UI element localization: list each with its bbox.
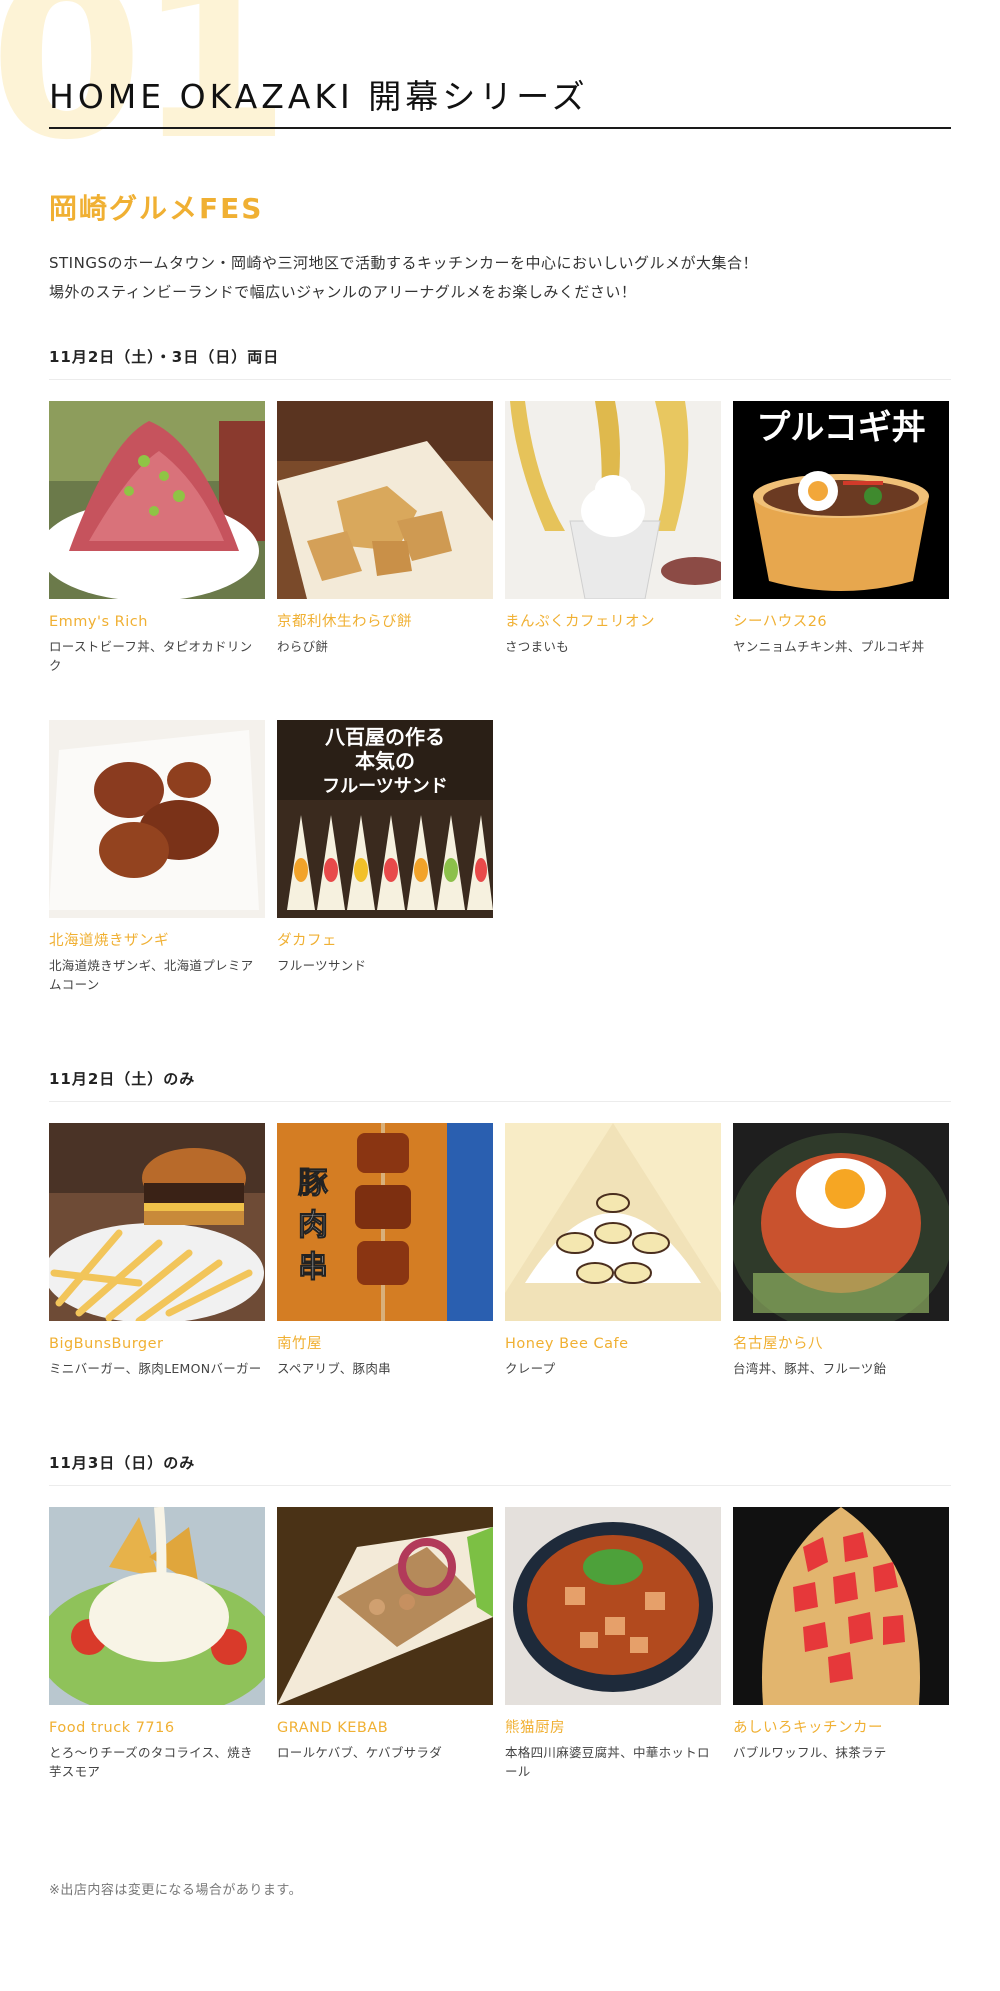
shop-card[interactable]: BigBunsBurger ミニバーガー、豚肉LEMONバーガー xyxy=(49,1123,265,1378)
burger-fries-image xyxy=(49,1123,265,1321)
taiwan-bowl-svg xyxy=(733,1123,949,1321)
shop-grid: BigBunsBurger ミニバーガー、豚肉LEMONバーガー 豚 肉 串 南… xyxy=(49,1123,951,1378)
pork-skewer-svg: 豚 肉 串 xyxy=(277,1123,493,1321)
shop-card[interactable]: まんぷくカフェリオン さつまいも xyxy=(505,401,721,675)
bubble-waffle-image xyxy=(733,1507,949,1705)
shop-name: 南竹屋 xyxy=(277,1336,322,1352)
shop-menu: ミニバーガー、豚肉LEMONバーガー xyxy=(49,1361,262,1376)
bulgogi-image-text: プルコギ丼 xyxy=(756,408,925,448)
taco-rice-svg xyxy=(49,1507,265,1705)
fried-chicken-svg xyxy=(49,720,265,918)
shop-menu: ロールケバブ、ケバブサラダ xyxy=(277,1745,443,1760)
shop-grid: Emmy's Rich ローストビーフ丼、タピオカドリンク 京都利休生わらび餅 xyxy=(49,401,951,675)
pork-skewer-image-text: 肉 xyxy=(298,1208,328,1243)
shop-name: Emmy's Rich xyxy=(49,614,148,630)
shop-card[interactable]: 北海道焼きザンギ 北海道焼きザンギ、北海道プレミアムコーン xyxy=(49,720,265,994)
shop-name: Honey Bee Cafe xyxy=(505,1336,629,1352)
shop-name: シーハウス26 xyxy=(733,614,828,630)
shop-name: ダカフェ xyxy=(277,933,337,949)
shop-card[interactable]: 熊猫厨房 本格四川麻婆豆腐丼、中華ホットロール xyxy=(505,1507,721,1781)
fried-chicken-image xyxy=(49,720,265,918)
shop-card[interactable]: Food truck 7716 とろ〜りチーズのタコライス、焼き芋スモア xyxy=(49,1507,265,1781)
taiwan-bowl-image xyxy=(733,1123,949,1321)
fruit-sandwich-image-text: 本気の xyxy=(355,749,415,773)
shop-name: 熊猫厨房 xyxy=(505,1720,565,1736)
roast-beef-bowl-svg xyxy=(49,401,265,599)
day-block-both: 11月2日（土）・3日（日）両日 Emmy's Rich ローストビーフ丼、タピ… xyxy=(49,346,951,994)
kebab-wrap-image xyxy=(277,1507,493,1705)
warabi-mochi-image xyxy=(277,401,493,599)
shop-card[interactable]: GRAND KEBAB ロールケバブ、ケバブサラダ xyxy=(277,1507,493,1781)
shop-card[interactable]: 名古屋から八 台湾丼、豚丼、フルーツ飴 xyxy=(733,1123,949,1378)
bulgogi-bowl-svg: プルコギ丼 xyxy=(733,401,949,599)
day-heading: 11月2日（土）のみ xyxy=(49,1068,951,1102)
shop-menu: 台湾丼、豚丼、フルーツ飴 xyxy=(733,1361,887,1376)
burger-fries-svg xyxy=(49,1123,265,1321)
mapo-tofu-image xyxy=(505,1507,721,1705)
sweet-potato-softcream-svg xyxy=(505,401,721,599)
taco-rice-image xyxy=(49,1507,265,1705)
shop-card[interactable]: 豚 肉 串 南竹屋 スペアリブ、豚肉串 xyxy=(277,1123,493,1378)
crepe-svg xyxy=(505,1123,721,1321)
day-block-nov3: 11月3日（日）のみ Food truck 7716 とろ〜りチーズのタコライス… xyxy=(49,1452,951,1781)
fruit-sandwich-image-text: フルーツサンド xyxy=(322,776,448,797)
shop-name: GRAND KEBAB xyxy=(277,1720,389,1736)
pork-skewer-image-text: 串 xyxy=(298,1250,328,1285)
pork-skewer-image: 豚 肉 串 xyxy=(277,1123,493,1321)
fes-title: 岡崎グルメFES xyxy=(49,192,264,225)
fes-intro: STINGSのホームタウン・岡崎や三河地区で活動するキッチンカーを中心においしい… xyxy=(49,249,951,307)
shop-name: あしいろキッチンカー xyxy=(733,1720,883,1736)
day-block-nov2: 11月2日（土）のみ BigBunsBurger ミニバーガー、豚肉LEMONバ… xyxy=(49,1068,951,1378)
shop-name: まんぷくカフェリオン xyxy=(505,614,655,630)
fruit-sandwich-image: 八百屋の作る 本気の フルーツサンド xyxy=(277,720,493,918)
fruit-sandwich-svg: 八百屋の作る 本気の フルーツサンド xyxy=(277,720,493,918)
shop-menu: さつまいも xyxy=(505,639,570,654)
shop-grid: Food truck 7716 とろ〜りチーズのタコライス、焼き芋スモア GRA… xyxy=(49,1507,951,1781)
shop-menu: 北海道焼きザンギ、北海道プレミアムコーン xyxy=(49,958,254,992)
title-divider xyxy=(49,127,951,129)
shop-menu: とろ〜りチーズのタコライス、焼き芋スモア xyxy=(49,1745,253,1779)
kebab-wrap-svg xyxy=(277,1507,493,1705)
shop-name: 北海道焼きザンギ xyxy=(49,933,169,949)
shop-card[interactable]: 八百屋の作る 本気の フルーツサンド ダカフェ フルーツサンド xyxy=(277,720,493,994)
day-heading: 11月2日（土）・3日（日）両日 xyxy=(49,346,951,380)
intro-line: STINGSのホームタウン・岡崎や三河地区で活動するキッチンカーを中心においしい… xyxy=(49,254,759,272)
main-content: HOME OKAZAKI 開幕シリーズ 岡崎グルメFES STINGSのホームタ… xyxy=(49,0,951,1898)
section-title: HOME OKAZAKI 開幕シリーズ xyxy=(49,77,589,116)
mapo-tofu-svg xyxy=(505,1507,721,1705)
fruit-sandwich-image-text: 八百屋の作る xyxy=(325,725,445,749)
shop-menu: ローストビーフ丼、タピオカドリンク xyxy=(49,639,253,673)
shop-card[interactable]: あしいろキッチンカー バブルワッフル、抹茶ラテ xyxy=(733,1507,949,1781)
crepe-image xyxy=(505,1123,721,1321)
shop-grid: 北海道焼きザンギ 北海道焼きザンギ、北海道プレミアムコーン 八百屋の作る 本気の… xyxy=(49,720,951,994)
disclaimer-note: ※出店内容は変更になる場合があります。 xyxy=(49,1883,303,1898)
shop-menu: クレープ xyxy=(505,1361,556,1376)
day-heading: 11月3日（日）のみ xyxy=(49,1452,951,1486)
shop-menu: フルーツサンド xyxy=(277,958,367,973)
shop-name: 京都利休生わらび餅 xyxy=(277,614,412,630)
shop-card[interactable]: 京都利休生わらび餅 わらび餅 xyxy=(277,401,493,675)
intro-line: 場外のスティンビーランドで幅広いジャンルのアリーナグルメをお楽しみください！ xyxy=(49,283,637,301)
shop-card[interactable]: Emmy's Rich ローストビーフ丼、タピオカドリンク xyxy=(49,401,265,675)
shop-menu: バブルワッフル、抹茶ラテ xyxy=(733,1745,887,1760)
pork-skewer-image-text: 豚 xyxy=(298,1166,328,1201)
shop-name: 名古屋から八 xyxy=(733,1336,823,1352)
shop-menu: スペアリブ、豚肉串 xyxy=(277,1361,391,1376)
sweet-potato-softcream-image xyxy=(505,401,721,599)
shop-menu: 本格四川麻婆豆腐丼、中華ホットロール xyxy=(505,1745,710,1779)
shop-name: BigBunsBurger xyxy=(49,1336,164,1352)
shop-card[interactable]: プルコギ丼 シーハウス26 ヤンニョムチキン丼、プルコギ丼 xyxy=(733,401,949,675)
roast-beef-bowl-image xyxy=(49,401,265,599)
shop-name: Food truck 7716 xyxy=(49,1720,175,1736)
shop-menu: わらび餅 xyxy=(277,639,329,654)
bulgogi-bowl-image: プルコギ丼 xyxy=(733,401,949,599)
warabi-mochi-svg xyxy=(277,401,493,599)
shop-card[interactable]: Honey Bee Cafe クレープ xyxy=(505,1123,721,1378)
shop-menu: ヤンニョムチキン丼、プルコギ丼 xyxy=(733,639,925,654)
bubble-waffle-svg xyxy=(733,1507,949,1705)
